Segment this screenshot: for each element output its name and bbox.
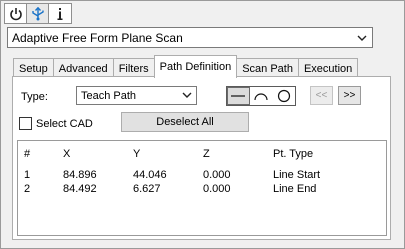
select-cad-checkbox[interactable]: Select CAD [19,117,93,130]
select-cad-label: Select CAD [36,117,93,130]
path-shape-group [226,86,296,106]
column-header: X [63,148,71,160]
path-type-dropdown[interactable]: Teach Path [76,86,197,105]
tab-execution[interactable]: Execution [297,58,359,78]
table-cell: 6.627 [133,183,161,195]
tab-label: Filters [118,62,149,75]
usb-icon[interactable] [27,4,49,23]
tab-strip: Setup Advanced Filters Path Definition S… [13,55,359,78]
column-header: Z [203,148,210,160]
table-row[interactable]: 1 84.896 44.046 0.000 Line Start [18,169,386,182]
tab-setup[interactable]: Setup [13,58,54,78]
toolbar [4,3,72,24]
arc-icon[interactable] [250,87,273,105]
column-header: Pt. Type [273,148,314,160]
table-cell: 0.000 [203,169,231,181]
type-label: Type: [21,91,48,103]
table-cell: 2 [24,183,31,195]
table-cell: 84.492 [63,183,97,195]
table-cell: Line Start [273,169,321,181]
path-type-value: Teach Path [81,89,137,102]
tab-label: Path Definition [159,61,232,73]
table-cell: Line End [273,183,317,195]
table-cell: 84.896 [63,169,97,181]
table-cell: 0.000 [203,183,231,195]
table-row[interactable]: 2 84.492 6.627 0.000 Line End [18,183,386,196]
previous-button[interactable]: << [310,86,333,105]
line-icon[interactable] [227,87,250,105]
power-icon[interactable] [5,4,27,23]
scan-type-dropdown[interactable]: Adaptive Free Form Plane Scan [7,27,373,48]
points-table: # X Y Z Pt. Type 1 84.896 44.046 0.000 L… [17,140,387,236]
chevron-down-icon [182,90,192,103]
path-definition-panel: Type: Teach Path << >> Select CAD Desele… [12,76,391,240]
info-icon[interactable] [49,4,71,23]
table-cell: 44.046 [133,169,167,181]
tab-scan-path[interactable]: Scan Path [236,58,299,78]
column-header: Y [133,148,141,160]
table-cell: 1 [24,169,31,181]
chevron-down-icon [357,32,367,46]
tab-label: Setup [19,62,48,75]
scan-type-value: Adaptive Free Form Plane Scan [12,30,183,45]
checkbox-box[interactable] [19,117,32,130]
column-header: # [24,148,31,160]
circle-icon[interactable] [272,87,295,105]
deselect-all-button[interactable]: Deselect All [121,112,249,132]
tab-label: Scan Path [242,62,293,75]
tab-path-definition[interactable]: Path Definition [153,55,238,78]
tab-label: Execution [303,62,353,75]
tab-filters[interactable]: Filters [112,58,155,78]
tab-label: Advanced [58,62,108,75]
tab-advanced[interactable]: Advanced [52,58,114,78]
next-button[interactable]: >> [338,86,361,105]
table-header: # X Y Z Pt. Type [18,148,386,162]
